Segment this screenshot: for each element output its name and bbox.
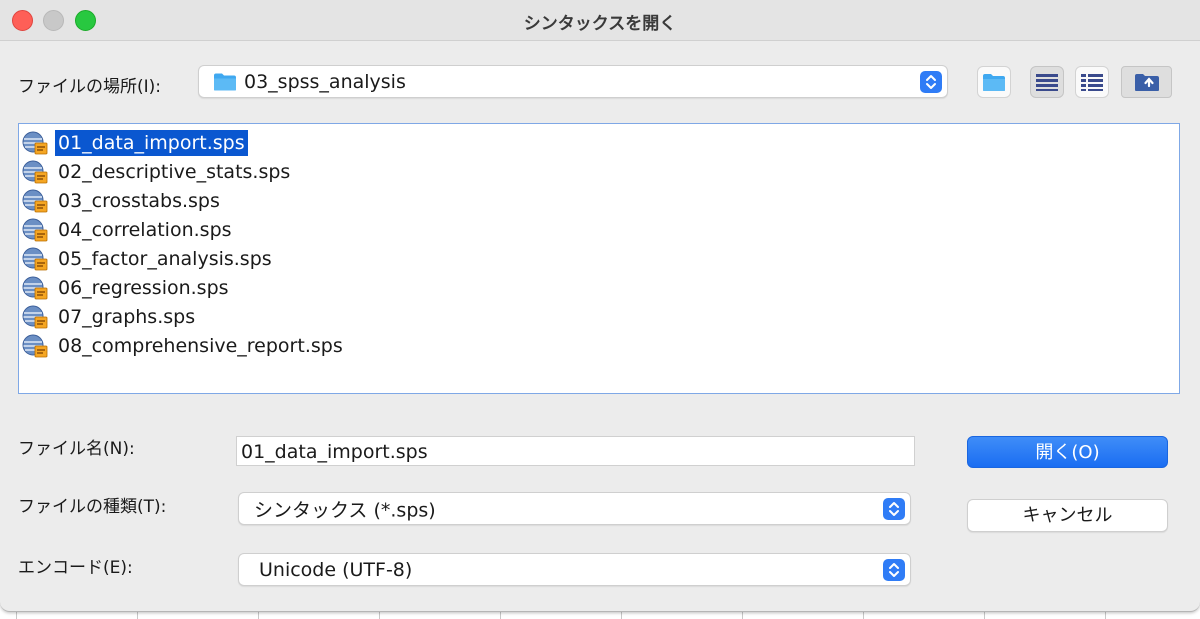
window-title: シンタックスを開く (523, 14, 677, 34)
open-syntax-dialog: シンタックスを開く ファイルの場所(I): 03_spss_analysis 0… (0, 0, 1200, 612)
encoding-value: Unicode (UTF-8) (259, 558, 413, 581)
filename-label: ファイル名(N): (18, 439, 135, 459)
location-label: ファイルの場所(I): (18, 77, 162, 97)
file-list-item[interactable]: 02_descriptive_stats.sps (22, 158, 293, 186)
file-name: 06_regression.sps (58, 277, 229, 299)
title-bar: シンタックスを開く (0, 0, 1200, 41)
file-name: 07_graphs.sps (58, 306, 196, 328)
spss-syntax-file-icon (22, 276, 48, 300)
list-view-icon (1036, 74, 1058, 91)
encoding-label: エンコード(E): (18, 558, 133, 578)
filename-input[interactable]: 01_data_import.sps (236, 436, 915, 466)
file-name: 04_correlation.sps (58, 219, 232, 241)
file-name: 03_crosstabs.sps (58, 190, 220, 212)
location-stepper-icon (920, 70, 942, 93)
spss-syntax-file-icon (22, 189, 48, 213)
file-list-item[interactable]: 07_graphs.sps (22, 303, 198, 331)
folder-icon (214, 73, 236, 90)
file-name: 08_comprehensive_report.sps (58, 335, 343, 357)
open-button[interactable]: 開く(O) (967, 436, 1168, 468)
new-folder-icon (983, 73, 1005, 91)
file-list-item[interactable]: 06_regression.sps (22, 274, 232, 302)
spss-syntax-file-icon (22, 160, 48, 184)
spss-syntax-file-icon (22, 247, 48, 271)
up-one-level-button[interactable] (1121, 66, 1172, 98)
location-combo[interactable]: 03_spss_analysis (198, 65, 948, 98)
filetype-label: ファイルの種類(T): (18, 497, 167, 517)
up-folder-icon (1134, 74, 1159, 91)
spss-syntax-file-icon (22, 305, 48, 329)
list-view-button[interactable] (1030, 66, 1064, 98)
file-list-item[interactable]: 04_correlation.sps (22, 216, 235, 244)
encoding-combo[interactable]: Unicode (UTF-8) (238, 553, 911, 586)
encoding-stepper-icon (883, 558, 905, 581)
spss-syntax-file-icon (22, 218, 48, 242)
file-name: 02_descriptive_stats.sps (58, 161, 291, 183)
file-name: 01_data_import.sps (55, 130, 248, 156)
file-list-item[interactable]: 05_factor_analysis.sps (22, 245, 275, 273)
file-list-item[interactable]: 08_comprehensive_report.sps (22, 332, 346, 360)
filetype-value: シンタックス (*.sps) (254, 499, 436, 521)
cancel-button[interactable]: キャンセル (967, 499, 1168, 532)
details-view-icon (1081, 74, 1103, 91)
file-list-item[interactable]: 03_crosstabs.sps (22, 187, 223, 215)
location-value: 03_spss_analysis (244, 70, 406, 93)
file-name: 05_factor_analysis.sps (58, 248, 272, 270)
details-view-button[interactable] (1075, 66, 1109, 98)
file-list[interactable]: 01_data_import.sps 02_descriptive_stats.s… (18, 123, 1180, 394)
filetype-combo[interactable]: シンタックス (*.sps) (238, 492, 911, 525)
file-list-item[interactable]: 01_data_import.sps (22, 129, 248, 157)
spss-syntax-file-icon (22, 334, 48, 358)
spss-syntax-file-icon (22, 131, 48, 155)
new-folder-button[interactable] (977, 66, 1011, 98)
filetype-stepper-icon (883, 497, 905, 520)
